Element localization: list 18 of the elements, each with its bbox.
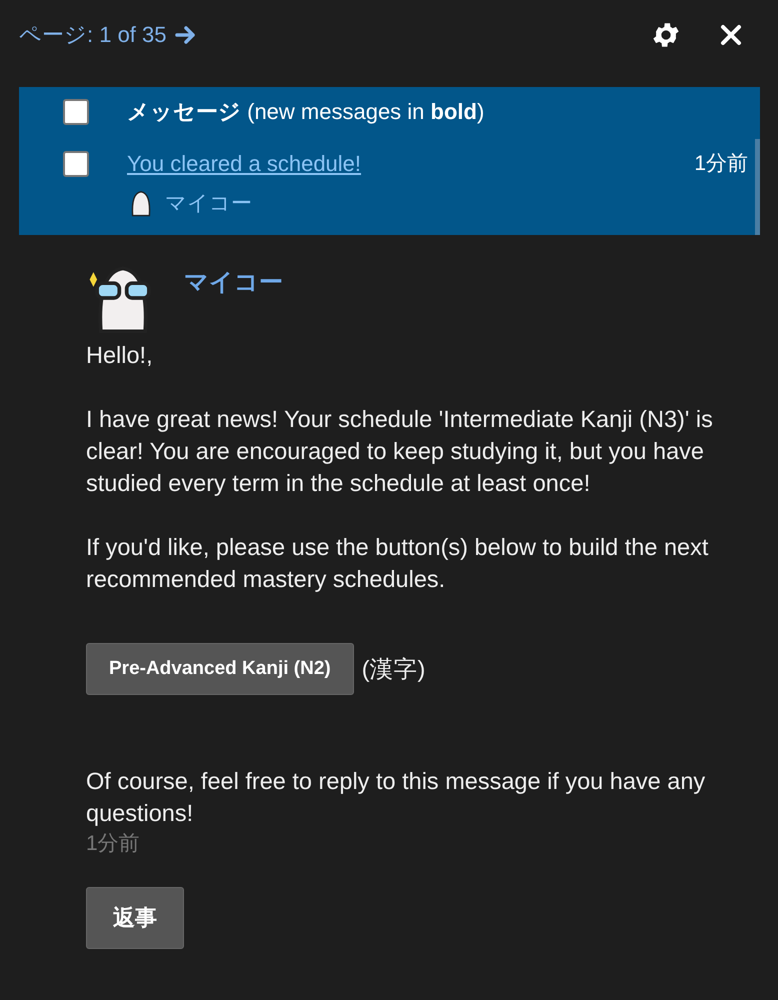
button-note: (漢字) <box>362 655 426 684</box>
next-page-arrow-icon[interactable] <box>174 25 197 45</box>
message-subject-link[interactable]: You cleared a schedule! <box>127 151 362 176</box>
sender-name: マイコー <box>165 191 252 217</box>
reply-button[interactable]: 返事 <box>86 887 184 949</box>
message-time: 1分前 <box>694 151 748 177</box>
message-paragraph: If you'd like, please use the button(s) below to build the next recommended mastery schedules. <box>86 533 710 594</box>
message-paragraph: I have great news! Your schedule 'Intermediate Kanji (N3)' is clear! You are encouraged to keep studying it, but you have studied every term in the schedule at least once! <box>86 405 714 498</box>
sender-name: マイコー <box>184 268 283 298</box>
checkbox[interactable] <box>63 151 89 177</box>
list-heading: メッセージ (new messages in bold) <box>127 98 484 126</box>
checkbox[interactable] <box>63 99 89 125</box>
message-time: 1分前 <box>86 831 141 857</box>
closing-paragraph: Of course, feel free to reply to this message if you have any questions! <box>86 767 706 828</box>
page-indicator: ページ: 1 of 35 <box>19 21 167 49</box>
message-paragraph: Hello!, <box>86 341 154 370</box>
schedule-button[interactable]: Pre-Advanced Kanji (N2) <box>86 643 354 695</box>
close-icon[interactable] <box>720 24 742 46</box>
